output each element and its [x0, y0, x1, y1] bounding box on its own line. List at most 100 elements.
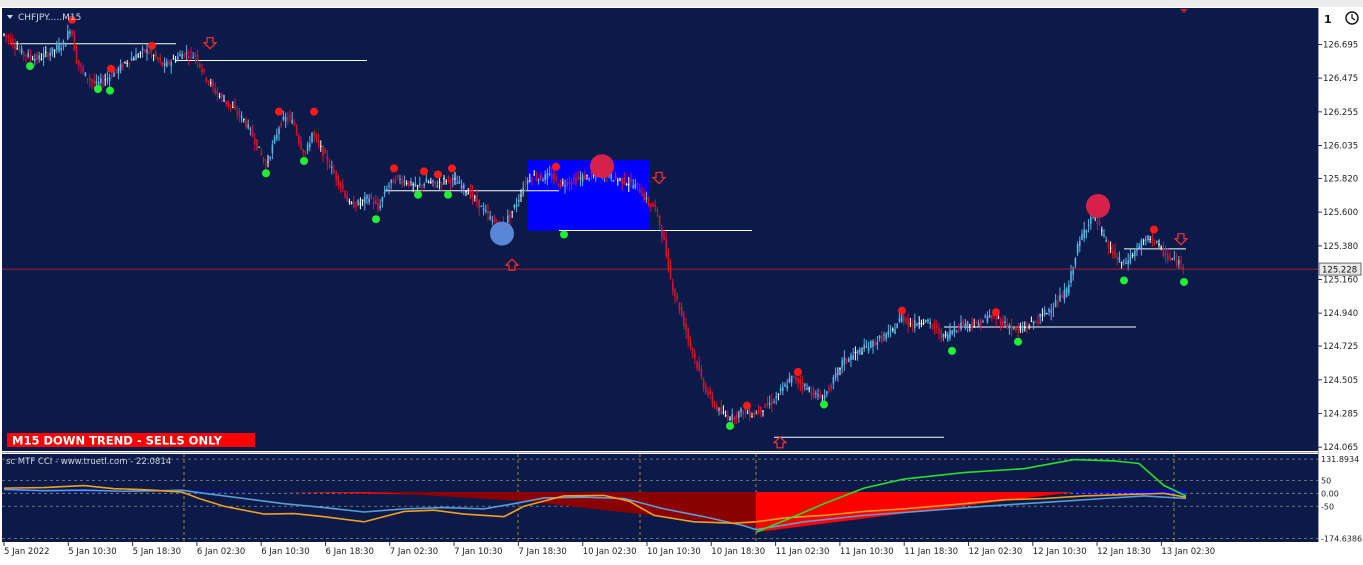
candle-body — [755, 411, 758, 415]
trend-banner: M15 DOWN TREND - SELLS ONLY — [12, 434, 223, 448]
time-tick-label: 10 Jan 10:30 — [647, 547, 701, 557]
candle-body — [168, 61, 170, 65]
candle-body — [287, 117, 289, 120]
swing-low-dot — [94, 85, 102, 94]
candle-body — [333, 169, 335, 174]
candle-body — [665, 239, 667, 256]
candle-body — [955, 330, 958, 332]
candle-body — [947, 334, 949, 341]
candle-body — [1087, 224, 1090, 227]
candle-body — [575, 178, 577, 184]
candle-body — [986, 315, 989, 323]
candle-body — [135, 54, 137, 61]
candle-body — [771, 400, 773, 405]
candle-body — [524, 183, 527, 186]
candle-body — [128, 62, 131, 64]
candle-body — [238, 110, 241, 117]
candle-body — [933, 323, 936, 329]
candle-body — [408, 180, 410, 186]
candle-body — [1171, 258, 1173, 260]
candle-body — [482, 208, 485, 211]
candle-body — [174, 59, 177, 61]
candle-body — [680, 307, 683, 316]
candle-body — [155, 52, 157, 58]
candle-body — [773, 401, 775, 403]
candle-body — [1101, 230, 1103, 232]
candle-body — [577, 177, 579, 179]
candle-body — [249, 128, 252, 130]
candle-body — [443, 178, 445, 180]
candle-body — [617, 180, 619, 182]
candle-body — [419, 183, 421, 186]
candle-body — [966, 321, 969, 326]
price-tick-label: 125.820 — [1323, 174, 1358, 184]
candle-body — [355, 205, 357, 208]
candle-body — [467, 193, 469, 195]
candle-body — [139, 52, 142, 54]
candle-body — [883, 334, 885, 336]
swing-low-dot — [444, 190, 452, 199]
candle-body — [388, 185, 390, 187]
candle-body — [346, 195, 348, 202]
candle-body — [397, 175, 399, 178]
candle-body — [991, 314, 993, 320]
candle-body — [691, 348, 694, 353]
price-tick-label: 124.065 — [1323, 443, 1358, 453]
candle-body — [480, 205, 483, 207]
candle-body — [339, 184, 342, 187]
candle-body — [628, 184, 630, 186]
candle-body — [445, 180, 447, 182]
candle-body — [797, 377, 799, 384]
swing-low-dot — [414, 190, 422, 199]
candle-body — [1037, 321, 1039, 323]
candle-body — [667, 251, 670, 271]
candle-body — [588, 178, 590, 180]
candle-body — [122, 64, 124, 68]
candle-body — [447, 176, 450, 178]
candle-body — [570, 181, 573, 185]
price-chart[interactable]: 131.8934 50 0.00 -50 -174.6386 126.695 126.47… — [0, 0, 1363, 565]
cci-level-label: -50 — [1321, 502, 1334, 511]
symbol-header[interactable]: CHFJPY.....M15 — [7, 13, 81, 23]
candle-body — [823, 394, 826, 400]
candle-body — [971, 322, 973, 328]
candle-body — [399, 178, 401, 181]
candle-body — [1156, 241, 1158, 243]
candle-body — [874, 342, 876, 345]
candle-body — [944, 334, 947, 336]
swing-high-dot — [275, 107, 283, 116]
candle-body — [141, 48, 144, 51]
candle-body — [683, 313, 685, 327]
candle-body — [531, 178, 533, 180]
candle-body — [423, 183, 425, 187]
candle-body — [210, 82, 212, 84]
candle-body — [1026, 326, 1028, 328]
candle-body — [265, 164, 267, 166]
candle-body — [863, 344, 865, 349]
candle-body — [463, 184, 465, 189]
candle-body — [203, 69, 205, 72]
candle-body — [1019, 328, 1022, 330]
candle-body — [108, 77, 111, 82]
candle-body — [441, 183, 443, 185]
candle-body — [69, 31, 71, 34]
candle-body — [1116, 255, 1118, 259]
candle-body — [1125, 262, 1127, 264]
candle-body — [425, 178, 428, 183]
candle-body — [449, 179, 452, 184]
candle-body — [34, 58, 36, 61]
candle-body — [938, 328, 940, 334]
candle-body — [1151, 235, 1154, 240]
candle-body — [650, 203, 652, 207]
candle-body — [687, 328, 689, 340]
candle-body — [953, 328, 956, 333]
candle-body — [276, 134, 278, 139]
candle-body — [793, 375, 795, 377]
candle-body — [300, 141, 302, 150]
cci-level-label: 50 — [1321, 476, 1331, 485]
time-tick-label: 5 Jan 2022 — [4, 547, 50, 557]
candle-body — [1145, 239, 1147, 241]
candle-body — [828, 387, 830, 391]
candle-body — [56, 45, 58, 50]
one-click-trading-icon[interactable]: 1 — [1324, 13, 1332, 26]
